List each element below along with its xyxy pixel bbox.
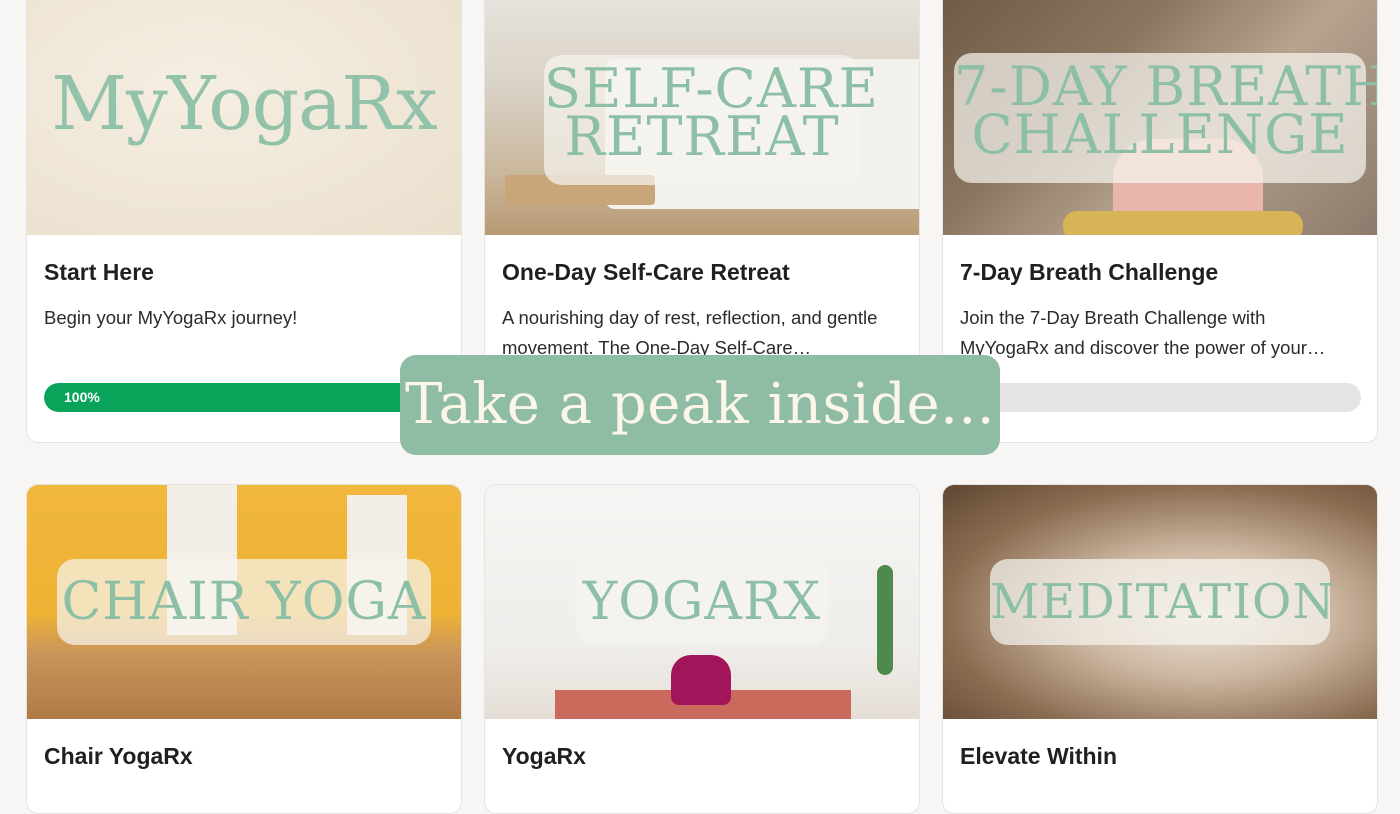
thumbnail-overlay-label: YOGARX (575, 559, 829, 645)
course-title[interactable]: YogaRx (502, 743, 586, 770)
overlay-line-2: RETREAT (564, 104, 840, 168)
thumbnail-logo-text: MyYogaRx (51, 61, 438, 147)
thumbnail-overlay-label: 7-DAY BREATH CHALLENGE (954, 53, 1377, 183)
course-thumbnail[interactable]: MEDITATION (943, 485, 1377, 719)
course-title[interactable]: Chair YogaRx (44, 743, 193, 770)
course-title[interactable]: Start Here (44, 259, 154, 286)
course-card-breath-challenge[interactable]: 7-DAY BREATH CHALLENGE 7-Day Breath Chal… (942, 0, 1378, 443)
person-shape (671, 655, 731, 705)
course-title[interactable]: One-Day Self-Care Retreat (502, 259, 790, 286)
course-thumbnail[interactable]: SELF-CARE RETREAT (485, 0, 919, 235)
cactus-shape (877, 565, 893, 675)
course-card-start-here[interactable]: MyYogaRx Start Here Begin your MyYogaRx … (26, 0, 462, 443)
thumbnail-overlay-label: SELF-CARE RETREAT (544, 55, 878, 185)
progress-bar (960, 383, 1361, 412)
course-thumbnail[interactable]: MyYogaRx (27, 0, 461, 235)
course-thumbnail[interactable]: 7-DAY BREATH CHALLENGE (943, 0, 1377, 235)
course-title[interactable]: Elevate Within (960, 743, 1117, 770)
course-thumbnail[interactable]: CHAIR YOGA (27, 485, 461, 719)
thumbnail-overlay-label: MEDITATION (990, 559, 1334, 645)
course-description: A nourishing day of rest, reflection, an… (502, 307, 878, 358)
course-card-chair-yoga[interactable]: CHAIR YOGA Chair YogaRx (26, 484, 462, 814)
thumbnail-overlay-label: CHAIR YOGA (57, 559, 431, 645)
course-thumbnail[interactable]: YOGARX (485, 485, 919, 719)
course-card-elevate-within[interactable]: MEDITATION Elevate Within (942, 484, 1378, 814)
course-description: Join the 7-Day Breath Challenge with MyY… (960, 307, 1326, 358)
progress-bar: 100% (44, 383, 445, 412)
course-title[interactable]: 7-Day Breath Challenge (960, 259, 1218, 286)
cushion-shape (1063, 211, 1303, 235)
promo-banner: Take a peak inside... (400, 355, 1000, 455)
course-description: Begin your MyYogaRx journey! (44, 307, 298, 328)
progress-fill: 100% (44, 383, 445, 412)
overlay-line-2: CHALLENGE (971, 102, 1349, 166)
course-card-yogarx[interactable]: YOGARX YogaRx (484, 484, 920, 814)
